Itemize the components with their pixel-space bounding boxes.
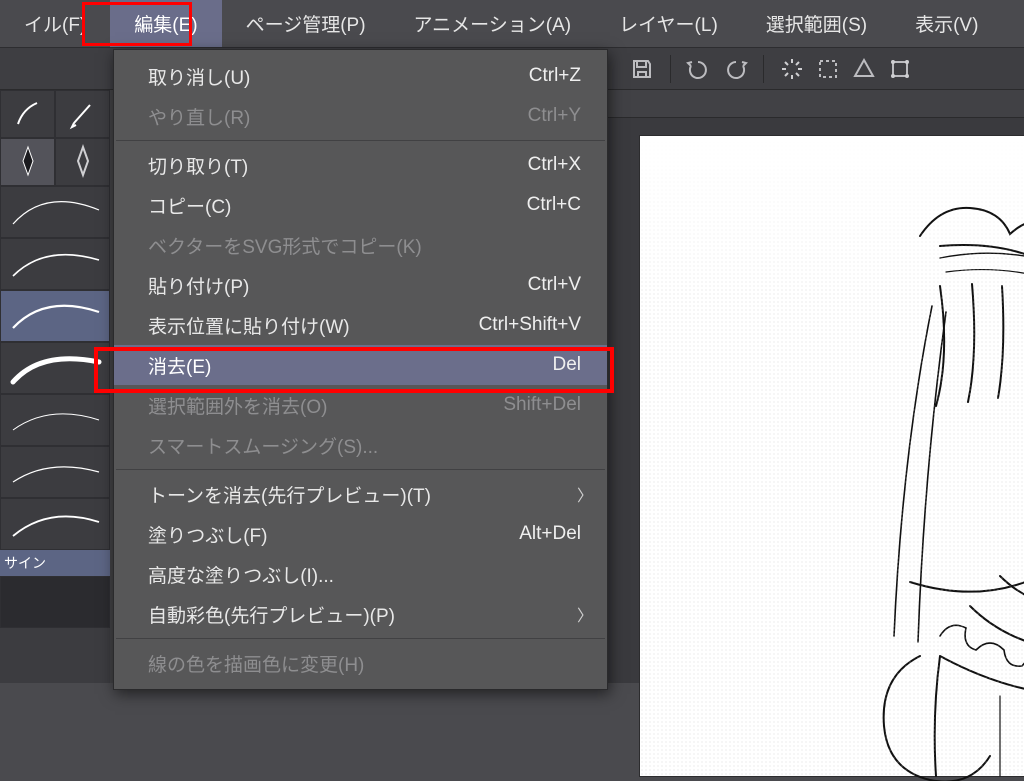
submenu-arrow-icon: 〉 — [577, 602, 593, 626]
pen-tool[interactable] — [0, 138, 55, 186]
menu-item-label: 選択範囲外を消去(O) — [148, 392, 327, 419]
menu-item-label: コピー(C) — [148, 192, 231, 219]
menu-smart-smoothing[interactable]: スマートスムージング(S)... — [114, 425, 607, 465]
menu-item-label: ベクターをSVG形式でコピー(K) — [148, 232, 422, 259]
brush-preset-7[interactable] — [0, 498, 110, 550]
menu-item-shortcut: Alt+Del — [499, 523, 581, 545]
menu-edit[interactable]: 編集(E) — [110, 0, 221, 47]
loading-icon — [778, 55, 806, 83]
menu-paste[interactable]: 貼り付け(P) Ctrl+V — [114, 265, 607, 305]
menu-erase-outside[interactable]: 選択範囲外を消去(O) Shift+Del — [114, 385, 607, 425]
toolbar-separator — [670, 55, 671, 83]
menu-separator — [116, 469, 605, 470]
brush-preset-label: サイン — [0, 550, 110, 576]
menu-item-label: 貼り付け(P) — [148, 272, 249, 299]
brush-preset-1[interactable] — [0, 186, 110, 238]
menu-paste-in-place[interactable]: 表示位置に貼り付け(W) Ctrl+Shift+V — [114, 305, 607, 345]
menu-item-label: スマートスムージング(S)... — [148, 432, 378, 459]
menu-item-label: 高度な塗りつぶし(I)... — [148, 561, 334, 588]
menu-change-line-color[interactable]: 線の色を描画色に変更(H) — [114, 643, 607, 683]
menu-separator — [116, 140, 605, 141]
menu-page[interactable]: ページ管理(P) — [222, 0, 390, 47]
submenu-arrow-icon: 〉 — [577, 482, 593, 506]
menu-item-label: 表示位置に貼り付け(W) — [148, 312, 350, 339]
menu-copy-svg[interactable]: ベクターをSVG形式でコピー(K) — [114, 225, 607, 265]
menu-item-label: 切り取り(T) — [148, 152, 248, 179]
menu-item-shortcut: Ctrl+Z — [509, 65, 581, 87]
menu-fill[interactable]: 塗りつぶし(F) Alt+Del — [114, 514, 607, 554]
menu-item-label: 取り消し(U) — [148, 63, 250, 90]
menu-erase-tone[interactable]: トーンを消去(先行プレビュー)(T) 〉 — [114, 474, 607, 514]
menu-item-shortcut: Ctrl+C — [507, 194, 581, 216]
menu-item-label: トーンを消去(先行プレビュー)(T) — [148, 481, 431, 508]
save-icon[interactable] — [628, 55, 656, 83]
left-tool-panel: サイン — [0, 90, 110, 683]
menu-erase[interactable]: 消去(E) Del — [114, 345, 607, 385]
menu-item-label: 自動彩色(先行プレビュー)(P) — [148, 601, 395, 628]
pen-alt-tool[interactable] — [55, 138, 110, 186]
menu-copy[interactable]: コピー(C) Ctrl+C — [114, 185, 607, 225]
menu-separator — [116, 638, 605, 639]
crop-icon[interactable] — [850, 55, 878, 83]
brush-preset-2[interactable] — [0, 238, 110, 290]
menu-item-label: 消去(E) — [148, 352, 211, 379]
menu-advanced-fill[interactable]: 高度な塗りつぶし(I)... — [114, 554, 607, 594]
edit-menu-dropdown: 取り消し(U) Ctrl+Z やり直し(R) Ctrl+Y 切り取り(T) Ct… — [113, 49, 608, 690]
brush-preset-5[interactable] — [0, 394, 110, 446]
menu-layer[interactable]: レイヤー(L) — [595, 0, 742, 47]
brush-tool[interactable] — [0, 90, 55, 138]
pencil-tool[interactable] — [55, 90, 110, 138]
halftone-pattern — [640, 136, 1024, 776]
menu-item-label: 塗りつぶし(F) — [148, 521, 267, 548]
menu-item-shortcut: Shift+Del — [483, 394, 581, 416]
brush-preset-4[interactable] — [0, 342, 110, 394]
menu-item-shortcut: Ctrl+V — [508, 274, 581, 296]
menubar: イル(F) 編集(E) ページ管理(P) アニメーション(A) レイヤー(L) … — [0, 0, 1024, 48]
menu-item-shortcut: Ctrl+X — [508, 154, 581, 176]
brush-preset-8[interactable] — [0, 576, 110, 628]
brush-preset-6[interactable] — [0, 446, 110, 498]
undo-icon[interactable] — [685, 55, 713, 83]
menu-undo[interactable]: 取り消し(U) Ctrl+Z — [114, 56, 607, 96]
redo-icon[interactable] — [721, 55, 749, 83]
menu-anim[interactable]: アニメーション(A) — [390, 0, 596, 47]
menu-auto-color[interactable]: 自動彩色(先行プレビュー)(P) 〉 — [114, 594, 607, 634]
menu-select[interactable]: 選択範囲(S) — [742, 0, 891, 47]
menu-item-shortcut: Ctrl+Shift+V — [459, 314, 581, 336]
transform-icon[interactable] — [886, 55, 914, 83]
menu-filter[interactable]: フィ — [1002, 0, 1024, 47]
menu-item-label: やり直し(R) — [148, 103, 250, 130]
menu-item-shortcut: Ctrl+Y — [508, 105, 581, 127]
toolbar-separator — [763, 55, 764, 83]
menu-view[interactable]: 表示(V) — [891, 0, 1002, 47]
menu-redo[interactable]: やり直し(R) Ctrl+Y — [114, 96, 607, 136]
menu-file[interactable]: イル(F) — [0, 0, 110, 47]
menu-cut[interactable]: 切り取り(T) Ctrl+X — [114, 145, 607, 185]
brush-preset-3[interactable] — [0, 290, 110, 342]
canvas-paper[interactable] — [640, 136, 1024, 776]
marquee-icon[interactable] — [814, 55, 842, 83]
menu-item-shortcut: Del — [532, 354, 581, 376]
menu-item-label: 線の色を描画色に変更(H) — [148, 650, 364, 677]
